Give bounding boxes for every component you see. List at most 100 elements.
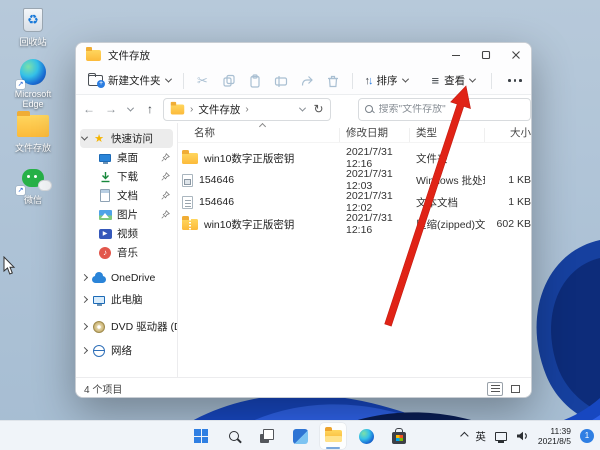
expander-chevron-icon[interactable] xyxy=(80,273,89,282)
view-icon: ≡ xyxy=(431,72,440,88)
network-icon xyxy=(93,344,105,357)
column-header-size[interactable]: 大小 xyxy=(485,125,531,140)
input-method-indicator[interactable]: 英 xyxy=(475,429,486,444)
file-explorer-window: 文件存放 新建文件夹 ✂ xyxy=(75,42,532,398)
edge-button[interactable] xyxy=(353,423,379,449)
up-button[interactable]: ↑ xyxy=(139,102,161,116)
toolbar-divider xyxy=(182,72,184,89)
file-explorer-button[interactable] xyxy=(320,423,346,449)
file-row[interactable]: 154646 2021/7/31 12:03 Windows 批处理... 1 … xyxy=(178,168,531,192)
share-icon xyxy=(301,75,313,86)
sidebar-item-dvd-drive[interactable]: DVD 驱动器 (D:) CI xyxy=(76,317,177,336)
rename-button[interactable] xyxy=(268,69,294,93)
clock[interactable]: 11:39 2021/8/5 xyxy=(538,426,571,446)
sidebar-item-quick-access[interactable]: ★ 快速访问 xyxy=(80,129,173,148)
desktop-icon-edge[interactable]: ↗ Microsoft Edge xyxy=(4,57,62,109)
desktop-icon-label: 文件存放 xyxy=(14,143,51,153)
toolbar-divider xyxy=(351,72,353,89)
chevron-down-icon xyxy=(469,75,477,83)
address-dropdown-icon[interactable] xyxy=(299,104,307,112)
view-label: 查看 xyxy=(444,75,466,87)
expander-chevron-icon[interactable] xyxy=(80,346,89,355)
status-bar: 4 个项目 xyxy=(76,377,531,397)
large-icons-view-button[interactable] xyxy=(507,382,523,396)
toolbar-divider xyxy=(491,72,493,89)
desktop-icon-recycle-bin[interactable]: ♻ 回收站 xyxy=(4,5,62,47)
taskbar-search-button[interactable] xyxy=(221,423,247,449)
paste-button[interactable] xyxy=(242,69,268,93)
pictures-icon xyxy=(98,209,112,220)
sort-button[interactable]: ↑↓ 排序 xyxy=(359,69,414,93)
expander-chevron-icon[interactable] xyxy=(80,133,89,141)
desktop-icon-wechat[interactable]: ↗ 微信 xyxy=(4,163,62,205)
file-row[interactable]: win10数字正版密钥 2021/7/31 12:16 文件夹 xyxy=(178,146,531,170)
network-tray-icon[interactable] xyxy=(494,431,507,443)
share-button[interactable] xyxy=(294,69,320,93)
cut-button[interactable]: ✂ xyxy=(190,69,216,93)
back-button[interactable]: ← xyxy=(78,102,100,116)
sidebar-item-pictures[interactable]: 图片 xyxy=(76,205,177,224)
new-folder-icon xyxy=(88,73,105,88)
title-bar[interactable]: 文件存放 xyxy=(76,43,531,67)
search-input[interactable] xyxy=(378,103,509,115)
dvd-drive-icon xyxy=(93,320,105,333)
batch-file-icon xyxy=(182,173,193,187)
sidebar-item-this-pc[interactable]: 此电脑 xyxy=(76,290,177,309)
column-header-name[interactable]: 名称 xyxy=(178,125,340,142)
address-bar[interactable]: › 文件存放 › ↻ xyxy=(163,97,331,121)
window-folder-icon xyxy=(86,46,101,61)
file-row[interactable]: win10数字正版密钥 2021/7/31 12:16 压缩(zipped)文件… xyxy=(178,212,531,236)
breadcrumb[interactable]: 文件存放 xyxy=(198,102,240,117)
column-header-type[interactable]: 类型 xyxy=(410,125,485,142)
maximize-button[interactable] xyxy=(471,43,501,67)
folder-icon xyxy=(182,149,198,164)
file-row[interactable]: 154646 2021/7/31 12:02 文本文档 1 KB xyxy=(178,190,531,214)
forward-button[interactable]: → xyxy=(100,102,122,116)
shortcut-arrow-icon: ↗ xyxy=(16,186,25,195)
pin-icon xyxy=(161,172,170,181)
view-button[interactable]: ≡ 查看 xyxy=(426,69,482,93)
pin-icon xyxy=(161,210,170,219)
expander-chevron-icon[interactable] xyxy=(80,295,89,304)
breadcrumb-separator: › xyxy=(190,103,194,115)
music-icon: ♪ xyxy=(99,246,111,259)
sort-label: 排序 xyxy=(376,75,398,87)
folder-icon xyxy=(17,111,49,137)
chevron-down-icon xyxy=(401,75,409,83)
sidebar-item-downloads[interactable]: 下载 xyxy=(76,167,177,186)
volume-icon[interactable] xyxy=(516,430,529,442)
copy-button[interactable] xyxy=(216,69,242,93)
refresh-icon[interactable]: ↻ xyxy=(313,102,323,116)
column-header-date[interactable]: 修改日期 xyxy=(340,125,410,142)
minimize-button[interactable] xyxy=(441,43,471,67)
sidebar-item-desktop[interactable]: 桌面 xyxy=(76,148,177,167)
desktop-icon-folder[interactable]: 文件存放 xyxy=(4,111,62,153)
sidebar-item-documents[interactable]: 文档 xyxy=(76,186,177,205)
copy-icon xyxy=(222,74,235,87)
details-view-icon xyxy=(490,384,500,393)
history-chevron-icon[interactable] xyxy=(126,104,135,112)
taskbar: 英 11:39 2021/8/5 1 xyxy=(0,420,600,450)
onedrive-icon xyxy=(92,271,106,283)
details-view-button[interactable] xyxy=(487,381,503,396)
expander-chevron-icon[interactable] xyxy=(80,322,89,331)
start-button[interactable] xyxy=(188,423,214,449)
breadcrumb-separator: › xyxy=(245,103,249,115)
close-button[interactable] xyxy=(501,43,531,67)
sidebar-item-network[interactable]: 网络 xyxy=(76,341,177,360)
task-view-button[interactable] xyxy=(254,423,280,449)
sidebar-item-onedrive[interactable]: OneDrive xyxy=(76,268,177,287)
new-folder-button[interactable]: 新建文件夹 xyxy=(82,69,177,93)
sidebar-item-videos[interactable]: ▶ 视频 xyxy=(76,224,177,243)
notification-badge[interactable]: 1 xyxy=(580,429,594,443)
see-more-button[interactable] xyxy=(502,69,528,93)
search-box[interactable] xyxy=(357,97,531,121)
text-file-icon xyxy=(182,195,193,209)
widgets-button[interactable] xyxy=(287,423,313,449)
desktop-icon-label: 微信 xyxy=(23,195,42,205)
microsoft-store-button[interactable] xyxy=(386,423,412,449)
delete-button[interactable] xyxy=(320,69,346,93)
search-icon xyxy=(229,431,239,441)
hidden-icons-chevron[interactable] xyxy=(460,431,470,441)
sidebar-item-music[interactable]: ♪ 音乐 xyxy=(76,243,177,262)
